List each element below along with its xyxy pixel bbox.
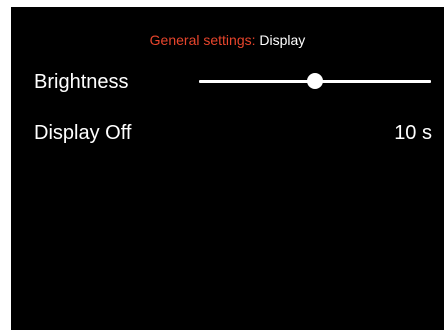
page-title: Display xyxy=(259,32,306,48)
breadcrumb-parent: General settings: xyxy=(149,32,256,48)
brightness-slider[interactable] xyxy=(199,70,431,94)
brightness-slider-thumb[interactable] xyxy=(307,73,323,89)
screen-header: General settings: Display xyxy=(11,31,444,49)
brightness-label: Brightness xyxy=(34,71,129,93)
display-settings-screen: General settings: Display Brightness Dis… xyxy=(11,7,444,330)
display-off-label[interactable]: Display Off xyxy=(34,121,131,145)
display-off-value[interactable]: 10 s xyxy=(394,121,432,145)
